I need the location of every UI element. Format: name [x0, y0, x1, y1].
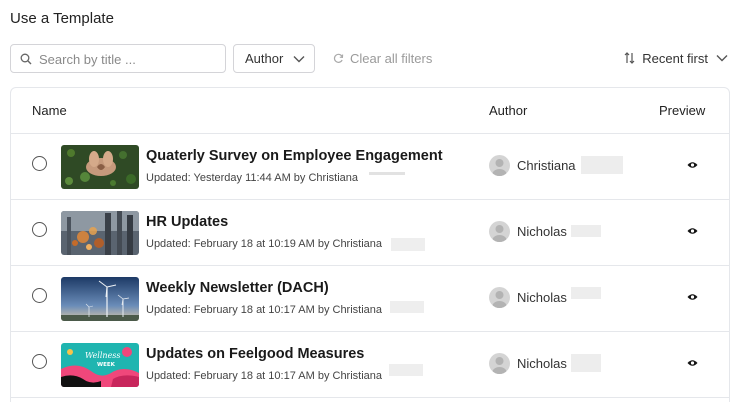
redacted-name: [391, 238, 425, 251]
author-filter-button[interactable]: Author: [233, 44, 315, 73]
preview-eye-icon[interactable]: [687, 227, 698, 235]
chevron-down-icon: [293, 56, 305, 63]
search-input[interactable]: [39, 48, 219, 70]
table-row[interactable]: Weekly Newsletter (DACH) Updated: Februa…: [11, 266, 729, 332]
template-thumbnail: [61, 277, 139, 321]
redacted-name: [581, 156, 623, 174]
preview-eye-icon[interactable]: [687, 293, 698, 301]
template-thumbnail: Wellness WEEK: [61, 343, 139, 387]
template-updated: Updated: February 18 at 10:19 AM by Chri…: [146, 238, 383, 250]
author-name: Nicholas: [517, 224, 567, 239]
clear-filters-button[interactable]: Clear all filters: [333, 44, 432, 73]
column-header-name: Name: [32, 103, 67, 118]
clear-filters-label: Clear all filters: [350, 51, 433, 66]
avatar: [489, 221, 510, 242]
redacted-name: [369, 172, 405, 175]
sort-button[interactable]: Recent first: [624, 44, 728, 73]
preview-eye-icon[interactable]: [687, 359, 698, 367]
author-name: Nicholas: [517, 356, 567, 371]
author-name: Nicholas: [517, 290, 567, 305]
author-name: Christiana: [517, 158, 576, 173]
redacted-name: [390, 301, 424, 313]
template-updated: Updated: Yesterday 11:44 AM by Christian…: [146, 172, 358, 184]
redacted-name: [571, 225, 601, 237]
filter-toolbar: Author Clear all filters Recent first: [10, 44, 728, 73]
avatar: [489, 155, 510, 176]
table-row[interactable]: Wellness WEEK Updates on Feelgood Measur…: [11, 332, 729, 398]
redacted-name: [571, 287, 601, 299]
table-row[interactable]: Quaterly Survey on Employee Engagement U…: [11, 134, 729, 200]
table-row[interactable]: HR Updates Updated: February 18 at 10:19…: [11, 200, 729, 266]
page-title: Use a Template: [10, 10, 114, 27]
refresh-icon: [333, 53, 344, 63]
search-icon: [20, 53, 32, 65]
row-select-radio[interactable]: [32, 354, 47, 369]
preview-eye-icon[interactable]: [687, 161, 698, 169]
row-select-radio[interactable]: [32, 156, 47, 171]
template-title[interactable]: Weekly Newsletter (DACH): [146, 280, 329, 296]
search-box[interactable]: [10, 44, 226, 73]
table-header: Name Author Preview: [11, 88, 729, 134]
template-title[interactable]: Quaterly Survey on Employee Engagement: [146, 148, 443, 164]
redacted-name: [389, 364, 423, 376]
chevron-down-icon: [716, 55, 728, 62]
author-filter-label: Author: [245, 51, 284, 66]
templates-table: Name Author Preview Quaterly Survey on E…: [10, 87, 730, 402]
template-thumbnail: [61, 145, 139, 189]
avatar: [489, 287, 510, 308]
row-select-radio[interactable]: [32, 288, 47, 303]
template-title[interactable]: Updates on Feelgood Measures: [146, 346, 364, 362]
redacted-name: [571, 354, 601, 372]
template-thumbnail: [61, 211, 139, 255]
column-header-author: Author: [489, 103, 528, 118]
sort-icon: [624, 52, 635, 64]
svg-text:WEEK: WEEK: [97, 362, 116, 368]
thumbnail-text: Wellness: [85, 351, 121, 360]
template-title[interactable]: HR Updates: [146, 214, 228, 230]
template-updated: Updated: February 18 at 10:17 AM by Chri…: [146, 370, 383, 382]
column-header-preview: Preview: [659, 103, 706, 118]
template-updated: Updated: February 18 at 10:17 AM by Chri…: [146, 304, 383, 316]
avatar: [489, 353, 510, 374]
sort-label: Recent first: [642, 51, 708, 66]
row-select-radio[interactable]: [32, 222, 47, 237]
